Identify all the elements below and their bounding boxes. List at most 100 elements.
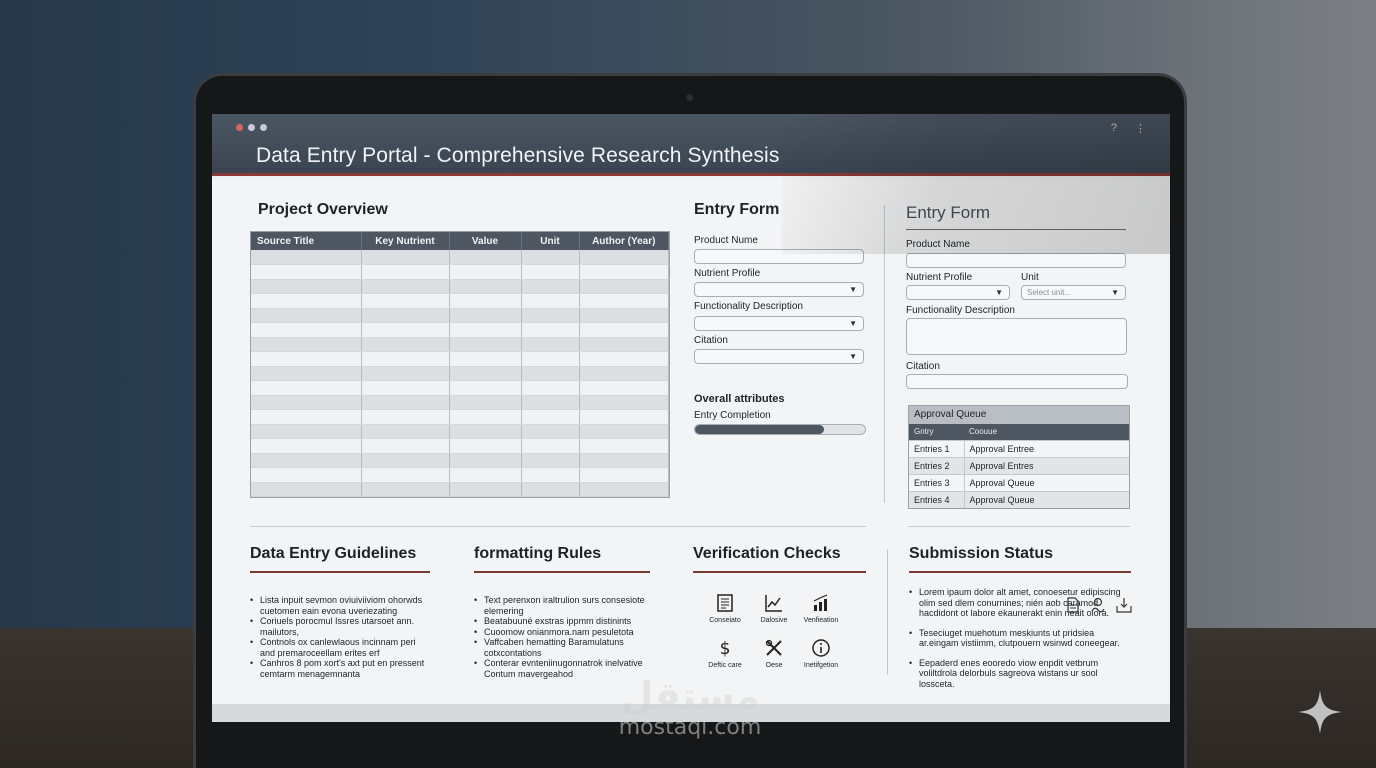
table-row[interactable] bbox=[251, 395, 669, 410]
table-cell[interactable] bbox=[521, 438, 580, 454]
question-icon[interactable]: ? bbox=[1111, 122, 1117, 135]
table-cell[interactable] bbox=[521, 264, 580, 280]
table-cell[interactable] bbox=[361, 395, 450, 410]
inbox-download-icon[interactable] bbox=[1116, 597, 1132, 613]
table-cell[interactable] bbox=[521, 293, 580, 309]
table-cell[interactable] bbox=[521, 453, 580, 468]
table-cell[interactable] bbox=[251, 279, 362, 294]
table-cell[interactable] bbox=[251, 264, 362, 280]
table-row[interactable] bbox=[251, 293, 669, 309]
table-cell[interactable] bbox=[251, 293, 362, 309]
table-cell[interactable] bbox=[361, 366, 450, 381]
table-cell[interactable] bbox=[449, 482, 522, 497]
functionality-description-select[interactable]: ▼ bbox=[694, 316, 864, 331]
table-cell[interactable] bbox=[521, 380, 580, 396]
table-cell[interactable] bbox=[579, 337, 669, 352]
table-cell[interactable] bbox=[579, 453, 669, 468]
table-cell[interactable] bbox=[449, 453, 522, 468]
table-cell[interactable] bbox=[521, 482, 580, 497]
column-header[interactable]: Coouue bbox=[964, 424, 1129, 440]
table-cell[interactable] bbox=[579, 351, 669, 367]
table-cell[interactable] bbox=[361, 308, 450, 323]
table-cell[interactable] bbox=[449, 424, 522, 439]
table-cell[interactable] bbox=[579, 482, 669, 497]
table-cell[interactable] bbox=[449, 395, 522, 410]
table-cell[interactable] bbox=[521, 424, 580, 439]
table-cell[interactable] bbox=[449, 322, 522, 338]
citation-select[interactable]: ▼ bbox=[694, 349, 864, 364]
table-cell[interactable] bbox=[449, 279, 522, 294]
table-cell[interactable] bbox=[521, 279, 580, 294]
table-row[interactable] bbox=[251, 351, 669, 367]
table-cell[interactable] bbox=[251, 322, 362, 338]
table-row[interactable] bbox=[251, 279, 669, 294]
table-row[interactable] bbox=[251, 438, 669, 454]
table-cell[interactable] bbox=[521, 351, 580, 367]
table-cell[interactable] bbox=[251, 250, 362, 265]
table-cell[interactable] bbox=[579, 308, 669, 323]
table-cell[interactable] bbox=[579, 424, 669, 439]
table-cell[interactable] bbox=[361, 424, 450, 439]
table-cell[interactable] bbox=[251, 380, 362, 396]
verification-check-item[interactable]: Inetifgetion bbox=[793, 638, 849, 669]
table-row[interactable] bbox=[251, 482, 669, 497]
table-cell[interactable] bbox=[251, 482, 362, 497]
document-icon[interactable] bbox=[1066, 597, 1080, 613]
column-header[interactable]: Source Title bbox=[251, 232, 362, 250]
table-cell[interactable] bbox=[521, 409, 580, 425]
table-cell[interactable] bbox=[579, 293, 669, 309]
table-cell[interactable] bbox=[521, 308, 580, 323]
table-cell[interactable] bbox=[449, 467, 522, 483]
table-cell[interactable] bbox=[579, 467, 669, 483]
table-cell[interactable] bbox=[449, 308, 522, 323]
table-row[interactable] bbox=[251, 250, 669, 265]
column-header[interactable]: Gntry bbox=[909, 424, 964, 440]
table-row[interactable] bbox=[251, 453, 669, 468]
nutrient-profile-select[interactable]: ▼ bbox=[694, 282, 864, 297]
table-cell[interactable] bbox=[449, 438, 522, 454]
table-cell[interactable] bbox=[361, 467, 450, 483]
table-cell[interactable] bbox=[361, 322, 450, 338]
table-cell[interactable] bbox=[579, 322, 669, 338]
table-cell[interactable] bbox=[579, 395, 669, 410]
table-row[interactable] bbox=[251, 467, 669, 483]
table-cell[interactable] bbox=[251, 351, 362, 367]
table-cell[interactable] bbox=[521, 337, 580, 352]
table-cell[interactable] bbox=[521, 250, 580, 265]
table-cell[interactable] bbox=[251, 467, 362, 483]
functionality-description-textarea[interactable] bbox=[906, 318, 1127, 355]
table-cell[interactable] bbox=[579, 279, 669, 294]
table-cell[interactable] bbox=[251, 308, 362, 323]
table-cell[interactable] bbox=[449, 337, 522, 352]
table-cell[interactable] bbox=[251, 438, 362, 454]
citation-input[interactable] bbox=[906, 374, 1128, 389]
table-row[interactable] bbox=[251, 380, 669, 396]
close-window-button[interactable] bbox=[236, 124, 243, 131]
table-cell[interactable] bbox=[251, 409, 362, 425]
table-cell[interactable] bbox=[361, 351, 450, 367]
table-cell[interactable] bbox=[251, 395, 362, 410]
column-header[interactable]: Value bbox=[449, 232, 522, 250]
table-cell[interactable] bbox=[361, 337, 450, 352]
table-cell[interactable] bbox=[521, 467, 580, 483]
table-row[interactable] bbox=[251, 322, 669, 338]
table-cell[interactable] bbox=[361, 482, 450, 497]
verification-check-item[interactable]: $ Deftic care bbox=[697, 638, 753, 669]
product-name-input[interactable] bbox=[694, 249, 864, 264]
table-cell[interactable] bbox=[579, 380, 669, 396]
table-cell[interactable] bbox=[251, 424, 362, 439]
product-name-input[interactable] bbox=[906, 253, 1126, 268]
table-row[interactable]: Entries 4 Approval Queue bbox=[909, 490, 1129, 508]
table-cell[interactable] bbox=[449, 380, 522, 396]
table-row[interactable]: Entries 2 Approval Entres bbox=[909, 456, 1129, 474]
table-cell[interactable] bbox=[361, 453, 450, 468]
table-row[interactable] bbox=[251, 337, 669, 352]
table-cell[interactable] bbox=[521, 366, 580, 381]
table-cell[interactable] bbox=[449, 250, 522, 265]
table-cell[interactable] bbox=[361, 264, 450, 280]
column-header[interactable]: Author (Year) bbox=[579, 232, 669, 250]
table-cell[interactable] bbox=[449, 366, 522, 381]
verification-check-item[interactable]: Venfieation bbox=[793, 593, 849, 624]
table-cell[interactable] bbox=[579, 438, 669, 454]
table-row[interactable]: Entries 1 Approval Entree bbox=[909, 439, 1129, 457]
